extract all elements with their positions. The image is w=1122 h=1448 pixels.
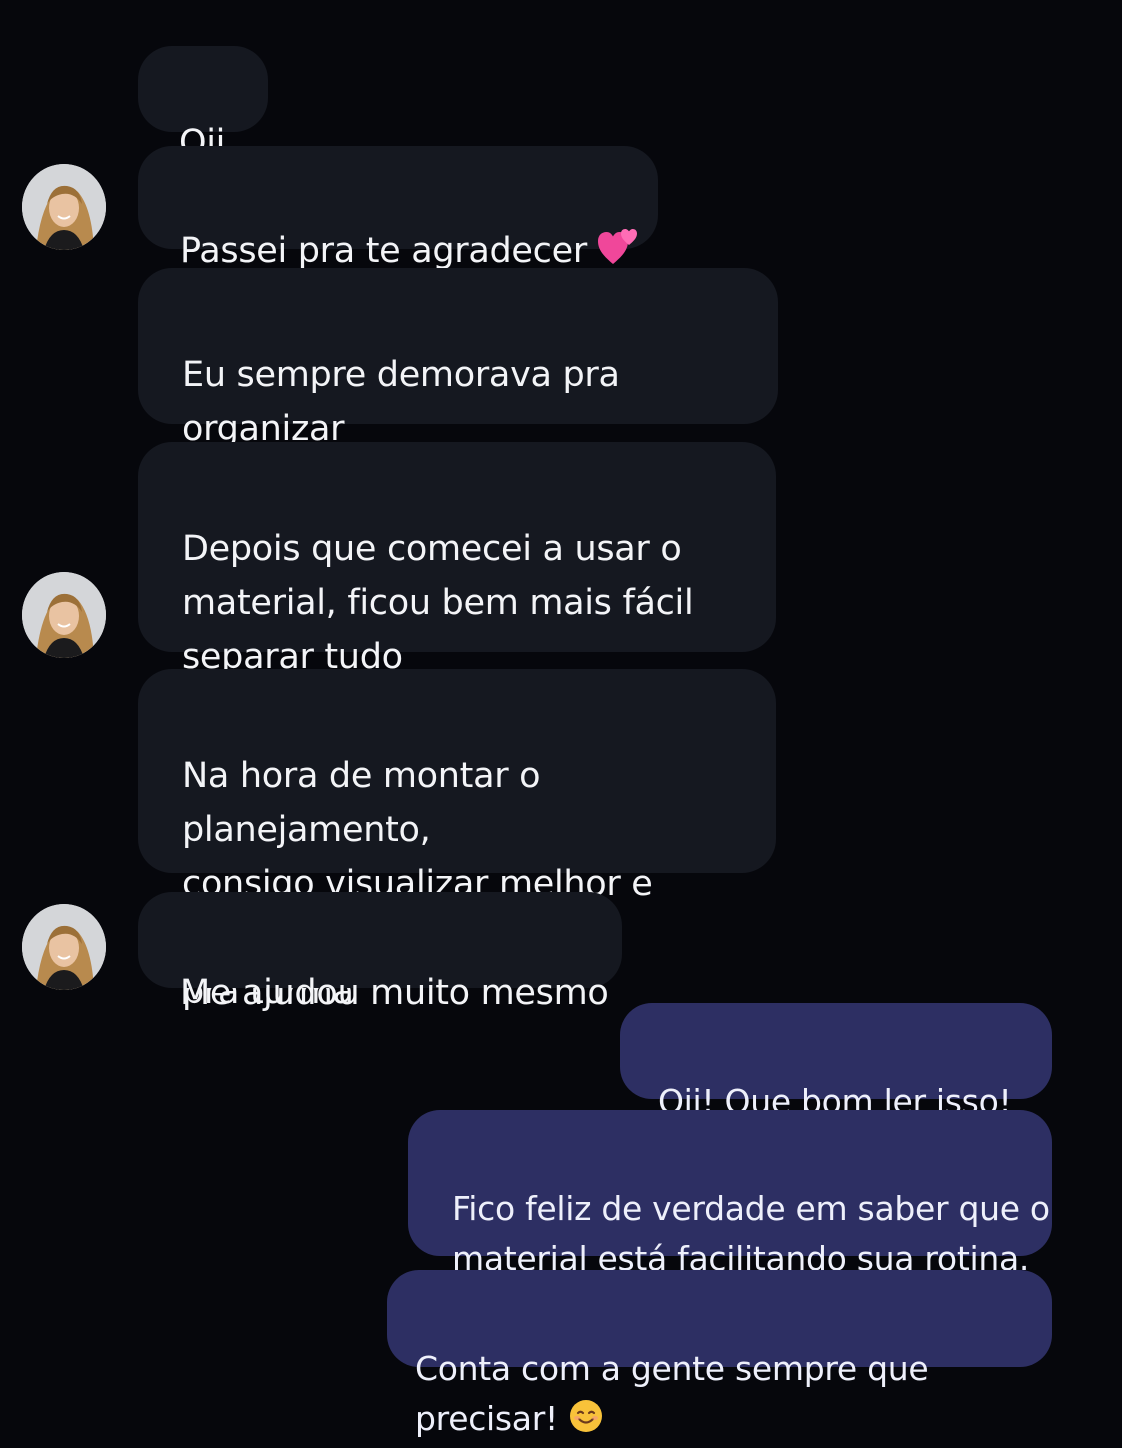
incoming-message[interactable]: Passei pra te agradecer [138, 146, 658, 271]
incoming-message[interactable]: Oii [138, 46, 268, 163]
incoming-message[interactable]: Eu sempre demorava pra organizar as ativ… [138, 268, 778, 503]
message-text: Fico feliz de verdade em saber que o mat… [452, 1189, 1050, 1278]
contact-avatar[interactable] [22, 904, 106, 990]
incoming-message[interactable]: Na hora de montar o planejamento, consig… [138, 669, 776, 1012]
message-text: Depois que comecei a usar o material, fi… [182, 529, 694, 677]
outgoing-message[interactable]: Conta com a gente sempre que precisar! [387, 1270, 1052, 1438]
avatar-photo-icon [22, 904, 106, 990]
smiling-face-icon [568, 1398, 604, 1448]
outgoing-message[interactable]: Fico feliz de verdade em saber que o mat… [408, 1110, 1052, 1278]
contact-avatar[interactable] [22, 572, 106, 658]
avatar-photo-icon [22, 164, 106, 250]
chat-thread: Oii Passei pra te agradecer Eu sempre de… [0, 0, 1122, 1438]
message-text: Me ajudou muito mesmo [180, 973, 609, 1013]
avatar-photo-icon [22, 572, 106, 658]
message-text: Conta com a gente sempre que precisar! [415, 1349, 929, 1438]
contact-avatar[interactable] [22, 164, 106, 250]
incoming-message[interactable]: Me ajudou muito mesmo [138, 892, 622, 1013]
outgoing-message[interactable]: Oii! Que bom ler isso! [620, 1003, 1052, 1165]
incoming-message[interactable]: Depois que comecei a usar o material, fi… [138, 442, 776, 677]
message-text: Passei pra te agradecer [180, 231, 587, 271]
